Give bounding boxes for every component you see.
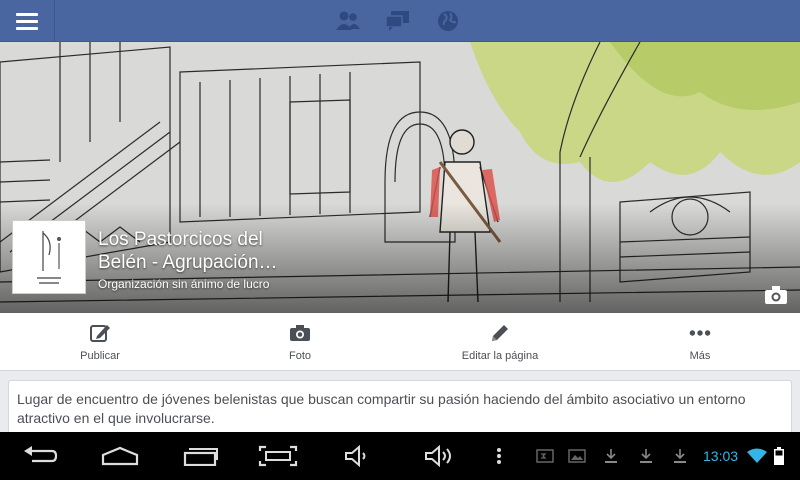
- about-text: Lugar de encuentro de jóvenes belenistas…: [17, 391, 746, 426]
- camera-icon: [289, 322, 311, 344]
- more-icon: [689, 322, 711, 344]
- volume-down-icon[interactable]: [344, 444, 372, 468]
- more-label: Más: [689, 349, 711, 362]
- messages-icon[interactable]: [385, 8, 411, 34]
- download-icon: [673, 444, 687, 468]
- page-actions-bar: Publicar Foto Editar la página Más: [0, 313, 800, 371]
- screenshot-icon[interactable]: [258, 444, 298, 468]
- edit-page-button[interactable]: Editar la página: [400, 313, 600, 370]
- compose-icon: [89, 322, 111, 344]
- home-icon[interactable]: [100, 444, 140, 468]
- change-cover-camera-icon[interactable]: [764, 285, 788, 305]
- volume-up-icon[interactable]: [424, 444, 456, 468]
- profile-logo-image: [13, 221, 85, 293]
- recent-apps-icon[interactable]: [183, 444, 219, 468]
- globe-icon[interactable]: [435, 8, 461, 34]
- back-icon[interactable]: [22, 444, 58, 468]
- cover-photo[interactable]: Los Pastorcicos del Belén - Agrupación… …: [0, 42, 800, 313]
- photo-button[interactable]: Foto: [200, 313, 400, 370]
- download-icon: [639, 444, 653, 468]
- page-title-line1: Los Pastorcicos del: [98, 229, 263, 250]
- about-card[interactable]: Lugar de encuentro de jóvenes belenistas…: [8, 380, 792, 440]
- download-icon: [604, 444, 618, 468]
- publish-label: Publicar: [80, 349, 120, 362]
- publish-button[interactable]: Publicar: [0, 313, 200, 370]
- more-button[interactable]: Más: [600, 313, 800, 370]
- edit-page-label: Editar la página: [461, 349, 539, 362]
- hamburger-icon: [16, 9, 38, 34]
- page-title-line2: Belén - Agrupación…: [98, 252, 278, 273]
- photo-label: Foto: [288, 349, 311, 362]
- pencil-icon: [489, 322, 511, 344]
- top-nav-icons: [335, 8, 461, 34]
- page-title[interactable]: Los Pastorcicos del Belén - Agrupación…: [98, 228, 328, 274]
- menu-button[interactable]: [0, 0, 55, 42]
- notification-image-icon: [568, 444, 586, 468]
- page-category: Organización sin ánimo de lucro: [98, 277, 270, 291]
- system-navigation-bar: 13:03: [0, 432, 800, 480]
- friends-icon[interactable]: [335, 8, 361, 34]
- top-bar: [0, 0, 800, 42]
- notification-3d-icon: [536, 444, 554, 468]
- status-clock[interactable]: 13:03: [703, 448, 738, 464]
- battery-icon: [774, 444, 784, 468]
- wifi-icon: [747, 444, 767, 468]
- overflow-menu-icon[interactable]: [494, 444, 504, 468]
- profile-picture[interactable]: [12, 220, 86, 294]
